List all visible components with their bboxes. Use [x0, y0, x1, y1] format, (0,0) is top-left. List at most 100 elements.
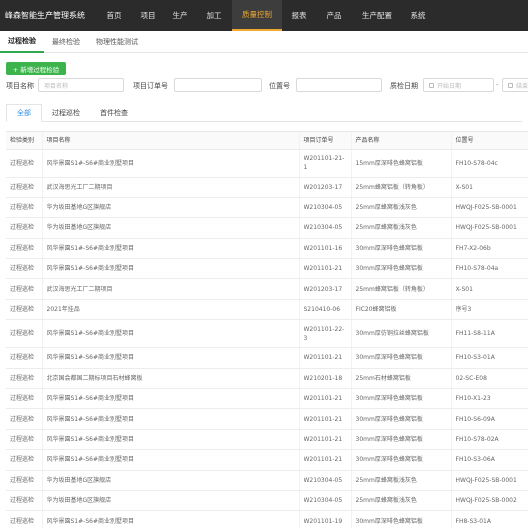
cell-project-name-text: 华为坂田基地G区旗舰店 — [46, 204, 112, 212]
table-row[interactable]: 过程巡检 武汉海思光工厂二期项目 W201203-17 25mm蜂窝铝板（转角板） X-… — [6, 177, 528, 198]
calendar-icon — [429, 82, 434, 88]
nav-item-project[interactable]: 项目 — [132, 0, 164, 31]
tab-all[interactable]: 全部 — [6, 104, 42, 122]
cell-product-name-text: 25mm蜂窝铝板（转角板） — [355, 285, 429, 293]
app-title: 峰森智能生产管理系统 — [5, 11, 85, 20]
cell-order-no-text: W201101-21 — [303, 456, 343, 464]
table-row[interactable]: 过程巡检 华为坂田基地G区旗舰店 W210304-05 25mm厚蜂窝板浅灰色 HWQJ… — [6, 197, 528, 219]
cell-project-name: 华为坂田基地G区旗舰店 — [42, 470, 300, 491]
cell-product-name: 25mm厚蜂窝板浅灰色 — [351, 217, 452, 239]
cell-position-text: X-S01 — [455, 285, 473, 293]
cell-order-no: W201203-17 — [299, 278, 352, 300]
table-row[interactable]: 过程巡检 武汉海思光工厂二期项目 W201203-17 25mm蜂窝铝板（转角板） X-… — [6, 278, 528, 300]
table-row[interactable]: 过程巡检 2021年挂品 S210410-06 FIC20蜂窝铝板 序号3 — [6, 299, 528, 321]
cell-position-text: HWQJ-F025-SB-0001 — [455, 224, 517, 232]
table-row[interactable]: 过程巡检 风华景園S1#-S6#商业別墅项目 W201101-21 30mm厚深啡色蜂… — [6, 408, 528, 430]
cell-order-no-text: W201101-21-1 — [303, 155, 345, 171]
cell-position: FH7-X2-06b — [451, 238, 528, 260]
nav-item-reports[interactable]: 报表 — [282, 0, 316, 31]
subnav-final-inspection[interactable]: 最终检验 — [44, 31, 88, 53]
header-order-no[interactable]: 项目订单号 — [299, 132, 352, 150]
table-row[interactable]: 过程巡检 风华景園S1#-S6#商业別墅项目 W201101-22-3 30mm厚仿铜… — [6, 319, 528, 349]
nav-item-production-config[interactable]: 生产配置 — [352, 0, 402, 31]
cell-inspection-type: 过程巡检 — [6, 319, 43, 349]
tab-first-article[interactable]: 首件检查 — [90, 104, 138, 122]
cell-order-no-text: W201101-21 — [303, 265, 343, 273]
add-process-inspection-button[interactable]: + 新增过程检验 — [6, 62, 66, 75]
cell-project-name-text: 华为坂田基地G区旗舰店 — [46, 224, 112, 232]
cell-inspection-type-text: 过程巡检 — [10, 183, 35, 191]
table-row[interactable]: 过程巡检 风华景園S1#-S6#商业別墅项目 W201101-21 30mm厚深啡色蜂… — [6, 347, 528, 369]
subnav-process-inspection[interactable]: 过程检验 — [0, 31, 44, 53]
cell-project-name: 华为坂田基地G区旗舰店 — [42, 490, 300, 512]
cell-project-name: 风华景園S1#-S6#商业別墅项目 — [42, 408, 300, 430]
table-row[interactable]: 过程巡检 风华景園S1#-S6#商业別墅项目 W201101-19 30mm厚深啡色蜂… — [6, 510, 528, 528]
table-row[interactable]: 过程巡检 风华景園S1#-S6#商业別墅项目 W201101-21 30mm厚深啡色蜂… — [6, 429, 528, 451]
nav-item-production[interactable]: 生产 — [164, 0, 196, 31]
nav-item-products[interactable]: 产品 — [316, 0, 352, 31]
table-row[interactable]: 过程巡检 风华景園S1#-S6#商业別墅项目 W201101-21 30mm厚深啡色蜂… — [6, 449, 528, 471]
sub-navigation: 过程检验 最终检验 物理性能测试 — [0, 31, 528, 53]
cell-project-name: 风华景園S1#-S6#商业別墅项目 — [42, 347, 300, 369]
table-row[interactable]: 过程巡检 北京国会都国二期标项目石材蜂窝板 W210201-18 25mm石材蜂窝铝板… — [6, 368, 528, 390]
cell-product-name: 30mm厚深啡色蜂窝铝板 — [351, 347, 452, 369]
table-row[interactable]: 过程巡检 风华景園S1#-S6#商业別墅项目 W201101-21 30mm厚深啡色蜂… — [6, 388, 528, 410]
cell-inspection-type-text: 过程巡检 — [10, 415, 35, 423]
cell-order-no: W201101-21 — [299, 347, 352, 369]
cell-product-name-text: 25mm厚蜂窝板浅灰色 — [355, 497, 417, 505]
header-position[interactable]: 位置号 — [451, 132, 528, 150]
nav-item-quality-control[interactable]: 质量控制 — [232, 0, 282, 31]
cell-project-name: 风华景園S1#-S6#商业別墅项目 — [42, 258, 300, 280]
cell-product-name: FIC20蜂窝铝板 — [351, 299, 452, 321]
cell-product-name-text: 30mm厚深啡色蜂窝铝板 — [355, 395, 423, 403]
cell-project-name: 2021年挂品 — [42, 299, 300, 321]
table-row[interactable]: 过程巡检 华为坂田基地G区旗舰店 W210304-05 25mm厚蜂窝板浅灰色 HWQJ… — [6, 217, 528, 239]
cell-position: X-S01 — [451, 177, 528, 198]
nav-item-home[interactable]: 首页 — [96, 0, 132, 31]
cell-order-no-text: W201101-21 — [303, 415, 343, 423]
start-date-input[interactable]: 开始日期 — [423, 78, 494, 92]
cell-order-no: W201203-17 — [299, 177, 352, 198]
nav-item-processing[interactable]: 加工 — [196, 0, 232, 31]
cell-position: FH10-S6-09A — [451, 408, 528, 430]
header-product-name[interactable]: 产品名称 — [351, 132, 452, 150]
cell-product-name-text: 30mm厚深啡色蜂窝铝板 — [355, 354, 423, 362]
cell-project-name-text: 风华景園S1#-S6#商业別墅项目 — [46, 435, 134, 443]
cell-inspection-type-text: 过程巡检 — [10, 306, 35, 314]
tab-process-patrol[interactable]: 过程巡检 — [42, 104, 90, 122]
cell-inspection-type: 过程巡检 — [6, 177, 43, 198]
table-row[interactable]: 过程巡检 风华景園S1#-S6#商业別墅项目 W201101-21-1 15mm厚深啡… — [6, 149, 528, 178]
cell-product-name: 25mm蜂窝铝板（转角板） — [351, 278, 452, 300]
cell-order-no-text: W210201-18 — [303, 374, 343, 382]
cell-position: FH11-S8-11A — [451, 319, 528, 349]
cell-inspection-type: 过程巡检 — [6, 149, 43, 178]
table-row[interactable]: 过程巡检 风华景園S1#-S6#商业別墅项目 W201101-16 30mm厚深啡色蜂… — [6, 238, 528, 260]
header-inspection-type[interactable]: 检验类别 — [6, 132, 43, 150]
table-row[interactable]: 过程巡检 风华景園S1#-S6#商业別墅项目 W201101-21 30mm厚深啡色蜂… — [6, 258, 528, 280]
cell-inspection-type: 过程巡检 — [6, 238, 43, 260]
cell-product-name-text: 30mm厚深啡色蜂窝铝板 — [355, 435, 423, 443]
cell-project-name-text: 武汉海思光工厂二期项目 — [46, 285, 113, 293]
subnav-physical-test[interactable]: 物理性能测试 — [88, 31, 146, 53]
cell-order-no: W210304-05 — [299, 217, 352, 239]
cell-product-name-text: 25mm厚蜂窝板浅灰色 — [355, 204, 417, 212]
cell-position: FH10-S78-04a — [451, 258, 528, 280]
cell-position-text: FH10-S6-09A — [455, 415, 495, 423]
cell-product-name: 30mm厚深啡色蜂窝铝板 — [351, 238, 452, 260]
end-date-input[interactable]: 结束 — [502, 78, 528, 92]
table-row[interactable]: 过程巡检 华为坂田基地G区旗舰店 W210304-05 25mm厚蜂窝板浅灰色 HWQJ… — [6, 470, 528, 491]
cell-project-name: 风华景園S1#-S6#商业別墅项目 — [42, 449, 300, 471]
cell-inspection-type-text: 过程巡检 — [10, 330, 35, 338]
inspection-date-label: 质检日期 — [390, 82, 418, 90]
project-name-input[interactable]: 项目名称 — [38, 78, 124, 92]
cell-position: HWQJ-F025-SB-0001 — [451, 197, 528, 219]
order-no-input[interactable] — [174, 78, 262, 92]
nav-item-system[interactable]: 系统 — [402, 0, 434, 31]
position-input[interactable] — [296, 78, 382, 92]
header-project-name[interactable]: 项目名称 — [42, 132, 300, 150]
table-row[interactable]: 过程巡检 华为坂田基地G区旗舰店 W210304-05 25mm厚蜂窝板浅灰色 HWQJ… — [6, 490, 528, 512]
main-content: + 新增过程检验 项目名称 项目名称 项目订单号 位置号 质检日期 开始日期 -… — [0, 53, 528, 528]
cell-position-text: HWQJ-F025-SB-0002 — [455, 497, 517, 505]
cell-product-name: 30mm厚深啡色蜂窝铝板 — [351, 510, 452, 528]
inspection-table: 检验类别 项目名称 项目订单号 产品名称 位置号 过程巡检 风华景園S1#-S6#… — [6, 131, 528, 528]
